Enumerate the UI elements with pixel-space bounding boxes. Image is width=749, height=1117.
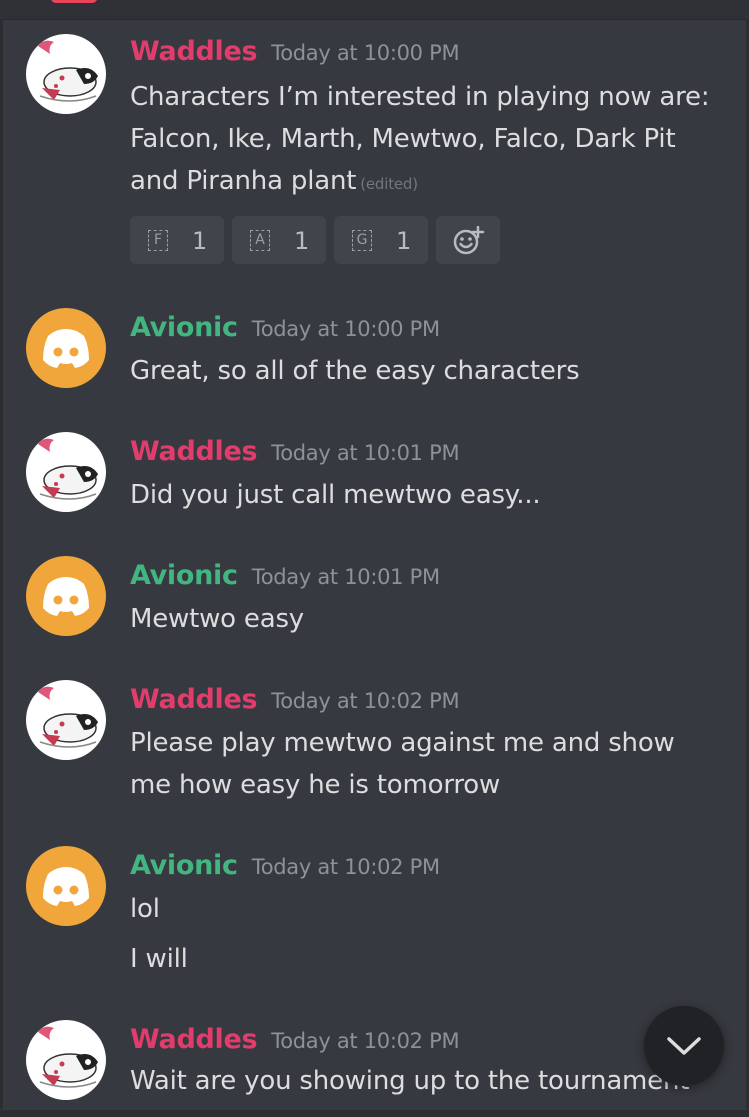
timestamp: Today at 10:01 PM <box>251 565 440 589</box>
message-header: Waddles Today at 10:02 PM <box>130 684 460 715</box>
timestamp: Today at 10:00 PM <box>251 317 440 341</box>
bottom-edge <box>0 1110 749 1117</box>
smiley-plus-icon <box>453 226 485 255</box>
message-text: Mewtwo easy <box>130 604 304 634</box>
author-name[interactable]: Waddles <box>130 436 258 467</box>
left-edge <box>0 19 3 1109</box>
reaction-emoji: F <box>148 230 168 251</box>
message-text: and Piranha plant (edited) <box>130 166 418 196</box>
avatar[interactable] <box>26 1020 106 1100</box>
waddles-avatar-icon <box>38 438 98 500</box>
reaction-count: 1 <box>192 227 208 255</box>
message-header: Waddles Today at 10:01 PM <box>130 436 460 467</box>
message-header: Waddles Today at 10:00 PM <box>130 36 460 67</box>
timestamp: Today at 10:00 PM <box>271 41 460 65</box>
edited-label: (edited) <box>360 175 418 193</box>
reaction-count: 1 <box>396 227 412 255</box>
author-name[interactable]: Avionic <box>130 850 238 881</box>
timestamp: Today at 10:02 PM <box>271 1029 460 1053</box>
chevron-down-icon <box>667 1037 701 1055</box>
avatar[interactable] <box>26 308 106 388</box>
top-bar <box>0 0 749 20</box>
avatar[interactable] <box>26 680 106 760</box>
message-text-span: and Piranha plant <box>130 166 357 196</box>
timestamp: Today at 10:01 PM <box>271 441 460 465</box>
reaction-g[interactable]: G 1 <box>334 216 428 264</box>
timestamp: Today at 10:02 PM <box>251 855 440 879</box>
message-header: Avionic Today at 10:01 PM <box>130 560 440 591</box>
avatar[interactable] <box>26 432 106 512</box>
waddles-avatar-icon <box>38 686 98 748</box>
message-header: Avionic Today at 10:02 PM <box>130 850 440 881</box>
message-text: Did you just call mewtwo easy... <box>130 480 541 510</box>
author-name[interactable]: Avionic <box>130 560 238 591</box>
scroll-to-bottom-button[interactable] <box>644 1006 724 1086</box>
message-text: Great, so all of the easy characters <box>130 356 580 386</box>
reaction-f[interactable]: F 1 <box>130 216 224 264</box>
reaction-a[interactable]: A 1 <box>232 216 326 264</box>
message-text: Wait are you showing up to the tournamen… <box>130 1066 690 1096</box>
author-name[interactable]: Avionic <box>130 312 238 343</box>
discord-logo-icon <box>43 577 89 616</box>
avatar[interactable] <box>26 34 106 114</box>
message-text: Please play mewtwo against me and show <box>130 728 675 758</box>
message-text: I will <box>130 944 188 974</box>
waddles-avatar-icon <box>38 1026 98 1088</box>
discord-logo-icon <box>43 867 89 906</box>
avatar[interactable] <box>26 846 106 926</box>
message-header: Waddles Today at 10:02 PM <box>130 1024 460 1055</box>
message-text: me how easy he is tomorrow <box>130 770 501 800</box>
discord-logo-icon <box>43 329 89 368</box>
author-name[interactable]: Waddles <box>130 1024 258 1055</box>
reaction-emoji: G <box>352 230 372 251</box>
message-text: Falcon, Ike, Marth, Mewtwo, Falco, Dark … <box>130 124 676 154</box>
author-name[interactable]: Waddles <box>130 36 258 67</box>
waddles-avatar-icon <box>38 40 98 102</box>
reaction-emoji: A <box>250 230 270 251</box>
top-badge <box>50 0 98 3</box>
add-reaction-button[interactable] <box>436 216 500 264</box>
message-header: Avionic Today at 10:00 PM <box>130 312 440 343</box>
avatar[interactable] <box>26 556 106 636</box>
timestamp: Today at 10:02 PM <box>271 689 460 713</box>
author-name[interactable]: Waddles <box>130 684 258 715</box>
message-text: Characters I’m interested in playing now… <box>130 82 710 112</box>
reaction-count: 1 <box>294 227 310 255</box>
message-text: lol <box>130 894 160 924</box>
